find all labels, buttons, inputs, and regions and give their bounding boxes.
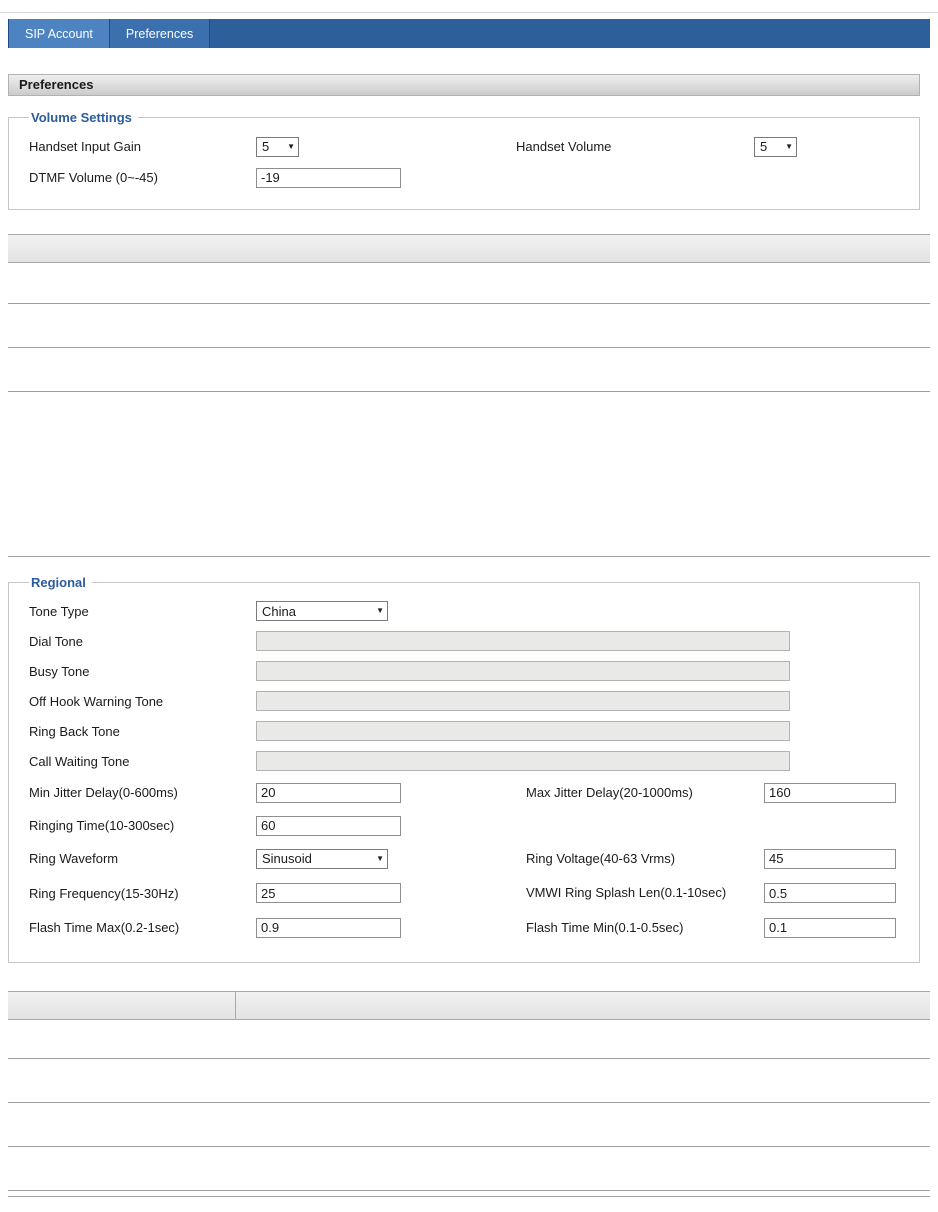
ring-waveform-label: Ring Waveform [29, 851, 119, 866]
ring-back-tone-input [256, 721, 790, 741]
regional-section: Regional Tone Type China ▼ Dial Tone Bus… [8, 575, 920, 963]
empty-table-header [8, 234, 930, 263]
tab-bar: SIP Account Preferences [8, 19, 930, 48]
flash-time-max-input[interactable] [256, 917, 401, 938]
empty-table-row [8, 263, 930, 304]
volume-settings-legend: Volume Settings [31, 110, 132, 125]
field-row: Handset Input Gain 5 ▼ Handset Volume 5 … [29, 131, 919, 162]
field-row: Ring Frequency(15-30Hz) VMWI Ring Splash… [29, 875, 919, 911]
field-row: Ring Back Tone [29, 716, 919, 746]
field-row: Busy Tone [29, 656, 919, 686]
empty-table-header [8, 991, 930, 1020]
off-hook-warning-tone-input [256, 691, 790, 711]
dropdown-arrow-icon: ▼ [287, 141, 295, 151]
tone-type-value: China [262, 603, 296, 619]
handset-volume-select[interactable]: 5 ▼ [754, 136, 797, 157]
ringing-time-input[interactable] [256, 815, 401, 836]
volume-settings-section: Volume Settings Handset Input Gain 5 ▼ H… [8, 110, 920, 210]
dial-tone-input [256, 631, 790, 651]
tone-type-select[interactable]: China ▼ [256, 601, 388, 621]
ringing-time-label: Ringing Time(10-300sec) [29, 818, 175, 833]
empty-table-row [8, 1147, 930, 1191]
ring-voltage-label: Ring Voltage(40-63 Vrms) [526, 850, 676, 866]
empty-table-row [8, 1020, 930, 1059]
vmwi-ring-splash-len-input[interactable] [764, 883, 896, 903]
call-waiting-tone-input [256, 751, 790, 771]
dropdown-arrow-icon: ▼ [376, 853, 384, 863]
min-jitter-delay-label: Min Jitter Delay(0-600ms) [29, 785, 178, 800]
ring-back-tone-label: Ring Back Tone [29, 723, 120, 739]
empty-table-row [8, 1059, 930, 1103]
max-jitter-delay-label: Max Jitter Delay(20-1000ms) [526, 784, 693, 800]
dropdown-arrow-icon: ▼ [785, 141, 793, 151]
tab-preferences[interactable]: Preferences [109, 19, 211, 48]
field-row: Ring Waveform Sinusoid ▼ Ring Voltage(40… [29, 842, 919, 875]
tab-sip-account-label: SIP Account [25, 26, 93, 41]
ring-frequency-input[interactable] [256, 883, 401, 903]
dtmf-volume-label: DTMF Volume (0~-45) [29, 170, 158, 185]
min-jitter-delay-input[interactable] [256, 782, 401, 803]
empty-table-row [8, 392, 930, 557]
handset-volume-label: Handset Volume [516, 138, 612, 154]
max-jitter-delay-input[interactable] [764, 782, 896, 803]
busy-tone-label: Busy Tone [29, 663, 90, 679]
regional-legend: Regional [31, 575, 86, 590]
vmwi-ring-splash-len-label: VMWI Ring Splash Len(0.1-10sec) [526, 885, 727, 901]
field-row: Ringing Time(10-300sec) [29, 809, 919, 842]
top-divider [0, 0, 938, 13]
flash-time-min-input[interactable] [764, 917, 896, 938]
dial-tone-label: Dial Tone [29, 633, 83, 649]
ring-frequency-label: Ring Frequency(15-30Hz) [29, 885, 179, 901]
ring-voltage-input[interactable] [764, 848, 896, 869]
handset-volume-value: 5 [760, 139, 768, 154]
flash-time-max-label: Flash Time Max(0.2-1sec) [29, 920, 180, 935]
tone-type-label: Tone Type [29, 603, 89, 619]
field-row: Tone Type China ▼ [29, 596, 919, 626]
field-row: Flash Time Max(0.2-1sec) Flash Time Min(… [29, 911, 919, 944]
dtmf-volume-input[interactable] [256, 167, 401, 188]
empty-table-row [8, 348, 930, 392]
tab-sip-account[interactable]: SIP Account [8, 19, 110, 48]
field-row: Min Jitter Delay(0-600ms) Max Jitter Del… [29, 776, 919, 809]
empty-table-row [8, 1103, 930, 1147]
handset-input-gain-select[interactable]: 5 ▼ [256, 136, 299, 157]
field-row: Call Waiting Tone [29, 746, 919, 776]
dropdown-arrow-icon: ▼ [376, 606, 384, 615]
ring-waveform-select[interactable]: Sinusoid ▼ [256, 848, 388, 869]
field-row: DTMF Volume (0~-45) [29, 162, 919, 193]
call-waiting-tone-label: Call Waiting Tone [29, 753, 130, 769]
empty-table-row [8, 304, 930, 348]
flash-time-min-label: Flash Time Min(0.1-0.5sec) [526, 919, 684, 935]
handset-input-gain-value: 5 [262, 139, 270, 154]
ring-waveform-value: Sinusoid [262, 851, 312, 866]
handset-input-gain-label: Handset Input Gain [29, 139, 142, 154]
busy-tone-input [256, 661, 790, 681]
field-row: Dial Tone [29, 626, 919, 656]
empty-table-row [8, 1191, 930, 1197]
column-divider [235, 992, 236, 1019]
page-title: Preferences [8, 74, 920, 96]
tab-preferences-label: Preferences [125, 26, 194, 41]
off-hook-warning-tone-label: Off Hook Warning Tone [29, 693, 164, 709]
field-row: Off Hook Warning Tone [29, 686, 919, 716]
